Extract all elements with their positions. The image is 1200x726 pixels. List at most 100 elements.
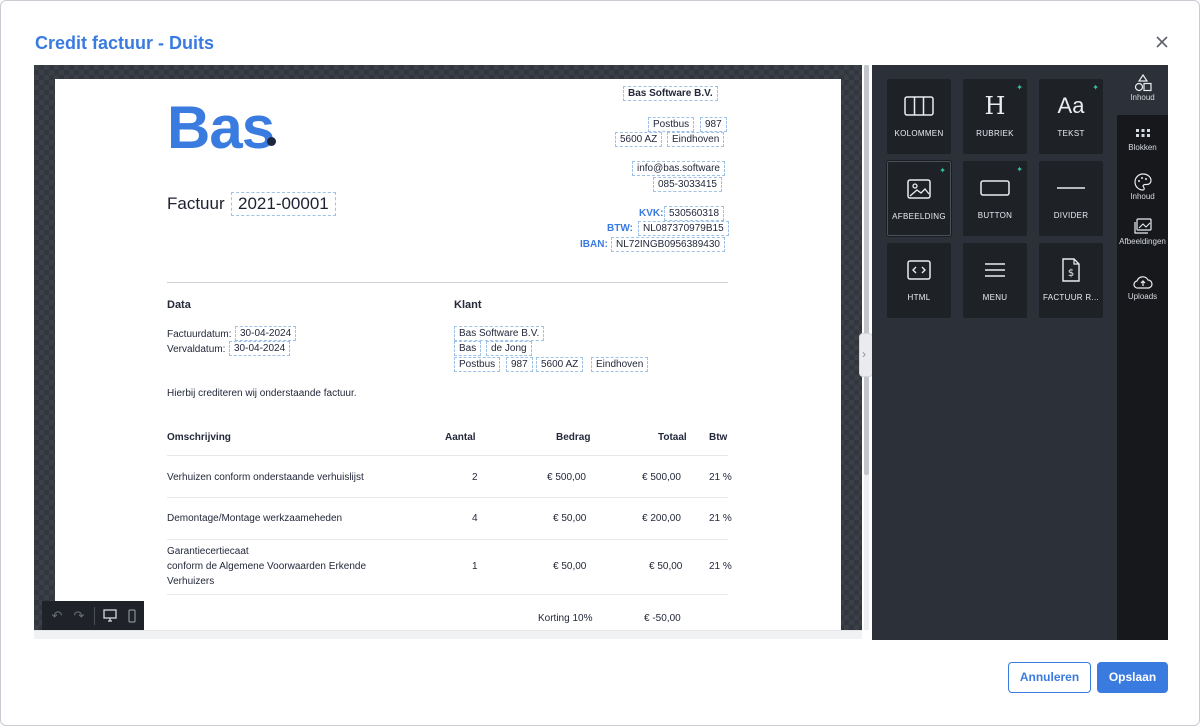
client-first-name-field[interactable]: Bas (454, 341, 482, 356)
company-name-field[interactable]: Bas Software B.V. (623, 86, 718, 101)
col-total: Totaal (658, 432, 687, 443)
sidebar-label: Blokken (1128, 143, 1157, 152)
logo-dot (267, 137, 276, 146)
close-icon[interactable] (1151, 31, 1173, 53)
col-description: Omschrijving (167, 432, 231, 443)
iban-field[interactable]: NL72INGB0956389430 (611, 237, 725, 252)
save-button[interactable]: Opslaan (1097, 662, 1168, 693)
btw-field[interactable]: NL087370979B15 (638, 221, 729, 236)
invoice-doc-icon: $ (1039, 257, 1103, 283)
city-field[interactable]: Eindhoven (667, 132, 725, 147)
client-postbus-field[interactable]: Postbus (454, 357, 501, 372)
ai-sparkle-icon: ✦ (1092, 83, 1099, 92)
iban-label: IBAN: (580, 239, 608, 250)
row1-amount: € 500,00 (547, 472, 586, 483)
sidebar-label: Inhoud (1130, 192, 1155, 201)
tool-button[interactable]: ✦ BUTTON (963, 161, 1027, 236)
tool-html[interactable]: HTML (887, 243, 951, 318)
divider-icon (1039, 175, 1103, 201)
images-icon (1117, 216, 1168, 236)
ai-sparkle-icon: ✦ (1016, 165, 1023, 174)
tool-heading[interactable]: ✦ H RUBRIEK (963, 79, 1027, 154)
shapes-icon (1117, 73, 1168, 93)
col-vat: Btw (709, 432, 728, 443)
row1-quantity: 2 (472, 472, 478, 483)
tool-text[interactable]: ✦ Aa TEKST (1039, 79, 1103, 154)
due-date-field[interactable]: 30-04-2024 (229, 341, 291, 356)
sidebar-item-images[interactable]: Afbeeldingen (1117, 216, 1168, 248)
tool-label: AFBEELDING (892, 212, 946, 221)
row3-description-line3: Verhuizers (167, 576, 215, 587)
invoice-number-field[interactable]: 2021-00001 (231, 192, 336, 216)
cancel-button[interactable]: Annuleren (1008, 662, 1091, 693)
tool-menu[interactable]: MENU (963, 243, 1027, 318)
tool-image[interactable]: ✦ AFBEELDING (887, 161, 951, 236)
row-divider (167, 455, 728, 456)
text-icon: Aa (1057, 93, 1085, 118)
horizontal-scrollbar[interactable] (34, 630, 862, 639)
postcode-field[interactable]: 5600 AZ (615, 132, 663, 147)
row1-total: € 500,00 (642, 472, 681, 483)
button-icon (963, 175, 1027, 201)
postbus-field[interactable]: Postbus (648, 117, 695, 132)
email-field[interactable]: info@bas.software (632, 161, 725, 176)
row2-quantity: 4 (472, 513, 478, 524)
row3-amount: € 50,00 (553, 561, 587, 572)
client-postbus-number-field[interactable]: 987 (506, 357, 533, 372)
row-divider (167, 539, 728, 540)
row1-description: Verhuizen conform onderstaande verhuisli… (167, 472, 364, 483)
tool-label: DIVIDER (1053, 211, 1089, 220)
panel-collapse-handle[interactable]: › (859, 333, 873, 377)
row-divider (167, 594, 728, 595)
postbus-number-field[interactable]: 987 (700, 117, 727, 132)
modal-title: Credit factuur - Duits (35, 33, 215, 53)
undo-icon[interactable]: ↶ (50, 609, 64, 623)
kvk-field[interactable]: 530560318 (664, 206, 725, 221)
row2-amount: € 50,00 (553, 513, 587, 524)
palette-icon (1117, 172, 1168, 192)
row2-description: Demontage/Montage werkzaameheden (167, 513, 343, 524)
tool-invoice-rows[interactable]: $ FACTUUR R... (1039, 243, 1103, 318)
sidebar-item-uploads[interactable]: Uploads (1117, 272, 1168, 301)
blocks-icon (1117, 123, 1168, 143)
redo-icon[interactable]: ↷ (72, 609, 86, 623)
sidebar-label: Afbeeldingen (1119, 237, 1166, 246)
invoice-page: Bas Bas Software B.V. Postbus 987 5600 A… (55, 79, 841, 630)
sidebar-item-body[interactable]: Inhoud (1117, 172, 1168, 201)
sidebar-item-blocks[interactable]: Blokken (1117, 123, 1168, 152)
tool-label: RUBRIEK (976, 129, 1014, 138)
html-icon (887, 257, 951, 283)
tool-label: BUTTON (977, 211, 1013, 220)
btw-label: BTW: (607, 223, 633, 234)
client-last-name-field[interactable]: de Jong (486, 341, 532, 356)
tool-divider[interactable]: DIVIDER (1039, 161, 1103, 236)
sidebar-label: Uploads (1127, 292, 1158, 301)
tool-label: FACTUUR R... (1042, 293, 1100, 302)
invoice-date-field[interactable]: 30-04-2024 (235, 326, 297, 341)
mobile-view-icon[interactable] (125, 609, 139, 623)
kvk-label: KVK: (639, 208, 664, 219)
client-city-field[interactable]: Eindhoven (591, 357, 649, 372)
sidebar-item-content[interactable]: Inhoud (1117, 65, 1168, 115)
discount-label: Korting 10% (538, 613, 593, 624)
tool-label: KOLOMMEN (894, 129, 944, 138)
columns-icon (887, 93, 951, 119)
discount-value: € -50,00 (644, 613, 681, 624)
ai-sparkle-icon: ✦ (939, 166, 946, 175)
client-postcode-field[interactable]: 5600 AZ (536, 357, 584, 372)
tool-columns[interactable]: KOLOMMEN (887, 79, 951, 154)
tool-label: HTML (907, 293, 931, 302)
row2-total: € 200,00 (642, 513, 681, 524)
invoice-date-label: Factuurdatum: (167, 329, 232, 340)
client-company-field[interactable]: Bas Software B.V. (454, 326, 545, 341)
phone-field[interactable]: 085-3033415 (653, 177, 722, 192)
desktop-view-icon[interactable] (103, 609, 117, 623)
ai-sparkle-icon: ✦ (1016, 83, 1023, 92)
client-heading: Klant (454, 299, 482, 311)
invoice-preview[interactable]: Bas Bas Software B.V. Postbus 987 5600 A… (34, 65, 862, 630)
chevron-right-icon: › (862, 347, 866, 361)
invoice-title: Factuur (167, 194, 225, 213)
vertical-scroll-thumb[interactable] (864, 65, 869, 475)
divider (167, 282, 728, 283)
row3-description-line2: conform de Algemene Voorwaarden Erkende (167, 561, 367, 572)
